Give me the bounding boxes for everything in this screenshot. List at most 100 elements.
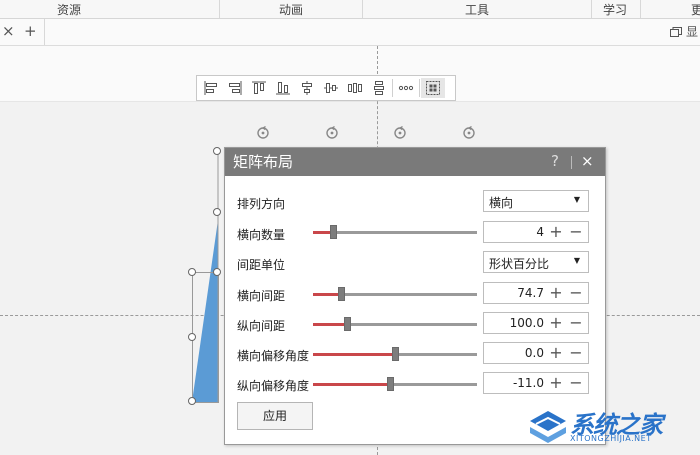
resize-handle[interactable]: [188, 333, 196, 341]
distribute-vertical-icon: [374, 81, 384, 95]
horizontal-offset-angle-label: 横向偏移角度: [237, 349, 310, 363]
align-center-horizontal-button[interactable]: [295, 78, 319, 98]
slider-thumb[interactable]: [387, 377, 394, 391]
horizontal-offset-angle-slider[interactable]: [313, 347, 477, 361]
align-bottom-button[interactable]: [271, 78, 295, 98]
align-bottom-icon: [276, 82, 290, 95]
close-icon[interactable]: ×: [581, 152, 594, 170]
ribbon-group-bar: 资源 动画 工具 学习 更: [0, 0, 700, 19]
slider-thumb[interactable]: [344, 317, 351, 331]
ribbon-group-tools: 工具: [464, 3, 489, 17]
vertical-offset-angle-slider[interactable]: [313, 377, 477, 391]
more-options-button[interactable]: [394, 78, 418, 98]
slider-fill: [313, 293, 341, 296]
ribbon-group-animation: 动画: [278, 3, 303, 17]
rotate-handle-icon[interactable]: [325, 126, 339, 140]
matrix-layout-icon: [426, 81, 440, 95]
resize-handle[interactable]: [213, 268, 221, 276]
horizontal-count-slider[interactable]: [313, 225, 477, 239]
vertical-spacing-value: 100.0: [509, 316, 544, 330]
horizontal-count-input[interactable]: 4 + −: [483, 221, 589, 243]
slider-thumb[interactable]: [338, 287, 345, 301]
arrange-direction-value: 横向: [489, 196, 514, 210]
increment-icon[interactable]: +: [546, 343, 566, 363]
vertical-spacing-label: 纵向间距: [237, 319, 286, 333]
ribbon-group-resources: 资源: [56, 3, 81, 17]
horizontal-count-label: 横向数量: [237, 228, 286, 242]
apply-button[interactable]: 应用: [237, 402, 313, 430]
close-tab-icon[interactable]: ×: [2, 22, 15, 40]
horizontal-spacing-input[interactable]: 74.7 + −: [483, 282, 589, 304]
resize-handle[interactable]: [213, 147, 221, 155]
vertical-offset-angle-value: -11.0: [512, 376, 544, 390]
display-label: 显: [685, 25, 698, 39]
distribute-horizontal-button[interactable]: [343, 78, 367, 98]
align-middle-button[interactable]: [319, 78, 343, 98]
ribbon-group-learn: 学习: [602, 3, 627, 17]
align-left-icon: [204, 81, 217, 95]
rotate-handle-icon[interactable]: [393, 126, 407, 140]
increment-icon[interactable]: +: [546, 313, 566, 333]
align-left-button[interactable]: [199, 78, 223, 98]
distribute-vertical-button[interactable]: [367, 78, 391, 98]
vertical-spacing-slider[interactable]: [313, 317, 477, 331]
slider-thumb[interactable]: [392, 347, 399, 361]
spacing-unit-value: 形状百分比: [489, 257, 550, 271]
slider-fill: [313, 383, 390, 386]
vertical-spacing-input[interactable]: 100.0 + −: [483, 312, 589, 334]
align-top-icon: [252, 81, 266, 94]
increment-icon[interactable]: +: [546, 373, 566, 393]
chevron-down-icon: ▼: [573, 195, 580, 204]
matrix-layout-button[interactable]: [421, 78, 445, 98]
decrement-icon[interactable]: −: [566, 373, 586, 393]
selected-triangle-shapes[interactable]: [180, 140, 230, 410]
spacing-unit-select[interactable]: 形状百分比 ▼: [483, 251, 589, 273]
watermark-logo-icon: [530, 411, 566, 443]
horizontal-spacing-label: 横向间距: [237, 289, 286, 303]
decrement-icon[interactable]: −: [566, 283, 586, 303]
slider-fill: [313, 353, 395, 356]
horizontal-spacing-slider[interactable]: [313, 287, 477, 301]
align-top-button[interactable]: [247, 78, 271, 98]
vertical-offset-angle-input[interactable]: -11.0 + −: [483, 372, 589, 394]
vertical-offset-angle-label: 纵向偏移角度: [237, 379, 310, 393]
arrange-direction-label: 排列方向: [237, 197, 286, 211]
matrix-layout-dialog: 矩阵布局 ? × 排列方向 横向 ▼ 横向数量 4 + − 间距单位 形状百分比…: [224, 147, 606, 445]
align-center-horizontal-icon: [302, 81, 312, 95]
horizontal-count-value: 4: [536, 225, 544, 239]
slider-fill: [313, 323, 347, 326]
dialog-title: 矩阵布局: [233, 153, 294, 171]
align-right-icon: [229, 81, 242, 95]
spacing-unit-label: 间距单位: [237, 258, 286, 272]
window-restore-button[interactable]: 显: [670, 23, 698, 40]
resize-handle[interactable]: [188, 397, 196, 405]
horizontal-spacing-value: 74.7: [517, 286, 544, 300]
chevron-down-icon: ▼: [573, 256, 580, 265]
decrement-icon[interactable]: −: [566, 313, 586, 333]
rotate-handle-icon[interactable]: [462, 126, 476, 140]
arrange-direction-select[interactable]: 横向 ▼: [483, 190, 589, 212]
increment-icon[interactable]: +: [546, 222, 566, 242]
site-watermark: 系统之家 XITONGZHIJIA.NET: [524, 405, 700, 455]
watermark-url: XITONGZHIJIA.NET: [570, 434, 652, 443]
document-tab-bar: × + 显: [0, 19, 700, 46]
rotate-handle-icon[interactable]: [256, 126, 270, 140]
decrement-icon[interactable]: −: [566, 343, 586, 363]
ellipsis-icon: [398, 85, 414, 91]
resize-handle[interactable]: [188, 268, 196, 276]
resize-handle[interactable]: [213, 208, 221, 216]
horizontal-offset-angle-value: 0.0: [524, 346, 544, 360]
add-tab-icon[interactable]: +: [24, 22, 37, 40]
decrement-icon[interactable]: −: [566, 222, 586, 242]
ribbon-group-more: 更: [690, 3, 700, 17]
increment-icon[interactable]: +: [546, 283, 566, 303]
restore-icon: [670, 27, 683, 37]
help-icon[interactable]: ?: [551, 152, 559, 170]
align-middle-icon: [324, 83, 338, 93]
dialog-title-bar[interactable]: 矩阵布局 ? ×: [225, 148, 605, 176]
distribute-horizontal-icon: [348, 83, 362, 93]
horizontal-offset-angle-input[interactable]: 0.0 + −: [483, 342, 589, 364]
align-toolbar: [196, 75, 456, 101]
align-right-button[interactable]: [223, 78, 247, 98]
slider-thumb[interactable]: [330, 225, 337, 239]
